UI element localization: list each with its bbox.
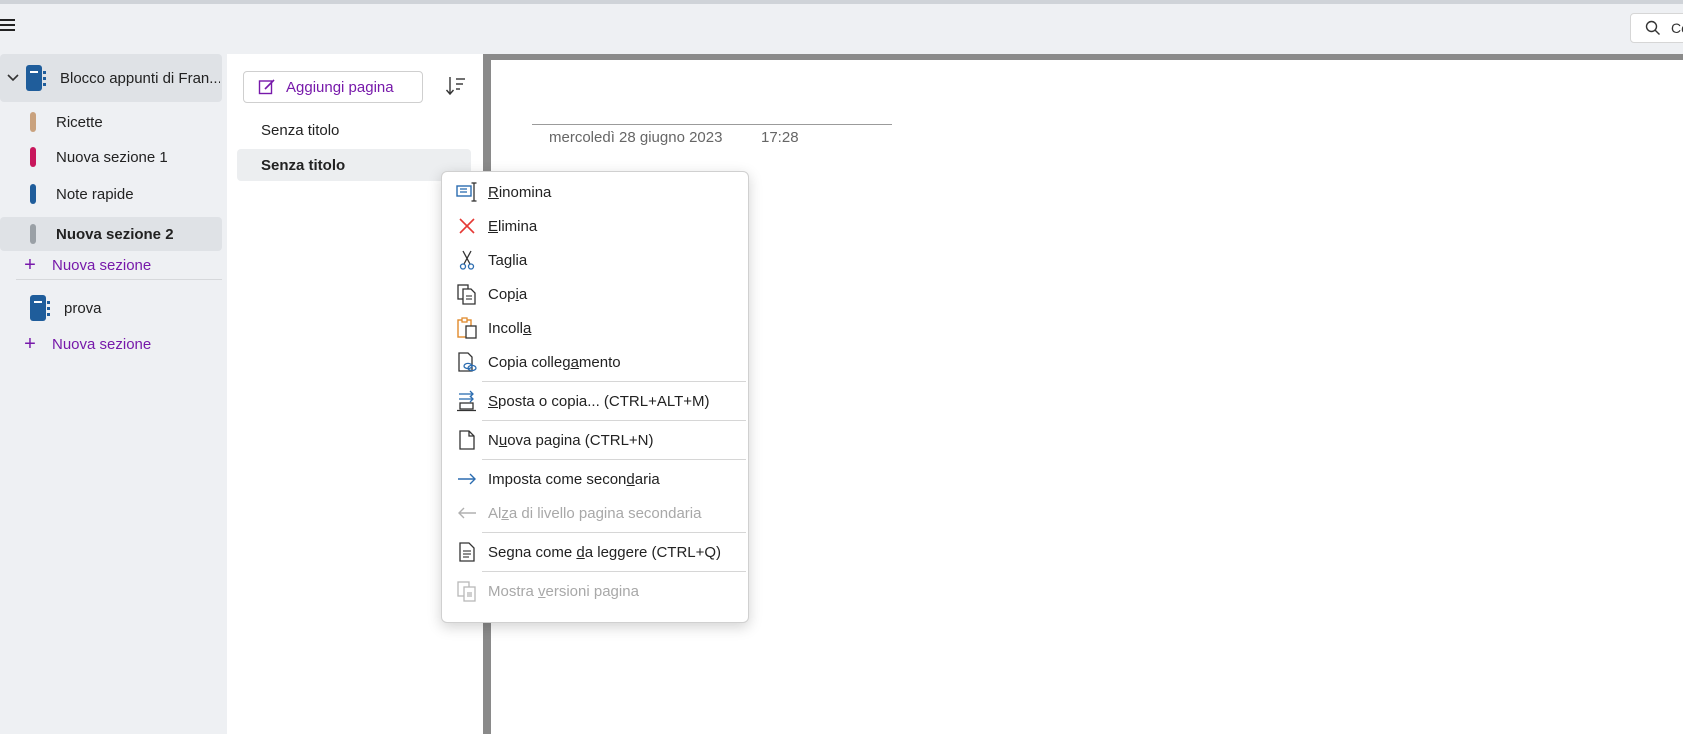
section-label: Ricette xyxy=(56,113,103,131)
section-label: Nuova sezione 2 xyxy=(56,225,174,243)
add-section-label: Nuova sezione xyxy=(52,335,152,353)
search-label: Ce xyxy=(1671,20,1683,36)
add-section-button[interactable]: + Nuova sezione xyxy=(0,250,222,280)
add-page-icon xyxy=(258,79,275,95)
move-copy-icon xyxy=(457,390,476,412)
menu-item-label: Taglia xyxy=(488,251,528,269)
paste-icon xyxy=(457,317,477,339)
menu-item-taglia[interactable]: Taglia xyxy=(442,243,748,277)
sidebar-divider xyxy=(16,279,222,280)
notebook-item-prova[interactable]: prova xyxy=(0,284,222,332)
menu-item-nuova-pagina[interactable]: Nuova pagina (CTRL+N) xyxy=(442,423,748,457)
plus-icon: + xyxy=(24,254,36,276)
add-page-label: Aggiungi pagina xyxy=(286,78,394,96)
add-page-button[interactable]: Aggiungi pagina xyxy=(243,71,423,103)
arrow-right-icon xyxy=(458,473,476,485)
menu-separator xyxy=(482,532,746,533)
mark-unread-icon xyxy=(459,542,475,562)
context-menu: Rinomina Elimina Taglia Copia Incolla Co… xyxy=(441,171,749,623)
menu-item-alza-livello: Alza di livello pagina secondaria xyxy=(442,496,748,530)
page-title: Senza titolo xyxy=(261,121,340,139)
notebook-icon xyxy=(26,65,46,91)
menu-item-label: Mostra versioni pagina xyxy=(488,582,639,600)
search-icon xyxy=(1645,20,1660,35)
menu-item-mostra-versioni: Mostra versioni pagina xyxy=(442,574,748,608)
menu-item-elimina[interactable]: Elimina xyxy=(442,209,748,243)
menu-item-label: Rinomina xyxy=(488,183,552,201)
copy-icon xyxy=(457,284,476,305)
notebook-title: Blocco appunti di Fran... xyxy=(60,69,220,87)
page-item-selected[interactable]: Senza titolo xyxy=(237,149,471,181)
menu-item-imposta-secondaria[interactable]: Imposta come secondaria xyxy=(442,462,748,496)
section-color-tab xyxy=(30,112,36,132)
chevron-down-icon[interactable] xyxy=(4,69,22,87)
menu-separator xyxy=(482,420,746,421)
menu-item-rinomina[interactable]: Rinomina xyxy=(442,175,748,209)
menu-item-label: Sposta o copia... (CTRL+ALT+M) xyxy=(488,392,710,410)
section-label: Nuova sezione 1 xyxy=(56,148,168,166)
page-versions-icon xyxy=(457,581,476,602)
page-title: Senza titolo xyxy=(261,156,346,174)
page-item[interactable]: Senza titolo xyxy=(237,114,471,146)
notebook-title: prova xyxy=(64,299,102,317)
rename-icon xyxy=(456,182,477,202)
menu-separator xyxy=(482,459,746,460)
plus-icon: + xyxy=(24,333,36,355)
menu-item-label: Segna come da leggere (CTRL+Q) xyxy=(488,543,722,561)
menu-item-label: Alza di livello pagina secondaria xyxy=(488,504,702,522)
notebook-sidebar: Blocco appunti di Fran... Ricette Nuova … xyxy=(0,54,222,734)
menu-item-sposta-copia[interactable]: Sposta o copia... (CTRL+ALT+M) xyxy=(442,384,748,418)
section-item-nuova-sezione-1[interactable]: Nuova sezione 1 xyxy=(0,140,222,174)
title-bar xyxy=(0,0,1683,4)
section-item-note-rapide[interactable]: Note rapide xyxy=(0,177,222,211)
section-color-tab xyxy=(30,147,36,167)
menu-item-incolla[interactable]: Incolla xyxy=(442,311,748,345)
arrow-left-icon xyxy=(458,507,476,519)
scissors-icon xyxy=(459,250,475,270)
search-box[interactable]: Ce xyxy=(1630,13,1683,43)
sort-icon[interactable] xyxy=(445,74,467,98)
notebook-item-blocco[interactable]: Blocco appunti di Fran... xyxy=(0,54,222,102)
menu-item-copia[interactable]: Copia xyxy=(442,277,748,311)
menu-separator xyxy=(482,571,746,572)
menu-item-segna-da-leggere[interactable]: Segna come da leggere (CTRL+Q) xyxy=(442,535,748,569)
page-title-line xyxy=(532,124,892,125)
new-page-icon xyxy=(459,430,475,450)
page-date: mercoledì 28 giugno 2023 xyxy=(549,129,723,146)
menu-item-copia-collegamento[interactable]: Copia collegamento xyxy=(442,345,748,379)
section-item-ricette[interactable]: Ricette xyxy=(0,105,222,139)
menu-item-label: Copia xyxy=(488,285,528,303)
section-label: Note rapide xyxy=(56,185,134,203)
menu-separator xyxy=(482,381,746,382)
notebook-icon xyxy=(30,295,50,321)
section-color-tab xyxy=(30,184,36,204)
section-color-tab xyxy=(30,224,36,244)
add-section-button[interactable]: + Nuova sezione xyxy=(0,329,222,359)
section-item-nuova-sezione-2[interactable]: Nuova sezione 2 xyxy=(0,217,222,251)
delete-icon xyxy=(459,218,475,234)
copy-link-icon xyxy=(458,352,477,372)
add-section-label: Nuova sezione xyxy=(52,256,152,274)
menu-item-label: Nuova pagina (CTRL+N) xyxy=(488,431,654,449)
hamburger-menu-icon[interactable] xyxy=(0,16,18,36)
menu-item-label: Copia collegamento xyxy=(488,353,621,371)
menu-item-label: Incolla xyxy=(488,319,532,337)
page-time: 17:28 xyxy=(761,129,799,146)
menu-item-label: Elimina xyxy=(488,217,538,235)
menu-item-label: Imposta come secondaria xyxy=(488,470,660,488)
